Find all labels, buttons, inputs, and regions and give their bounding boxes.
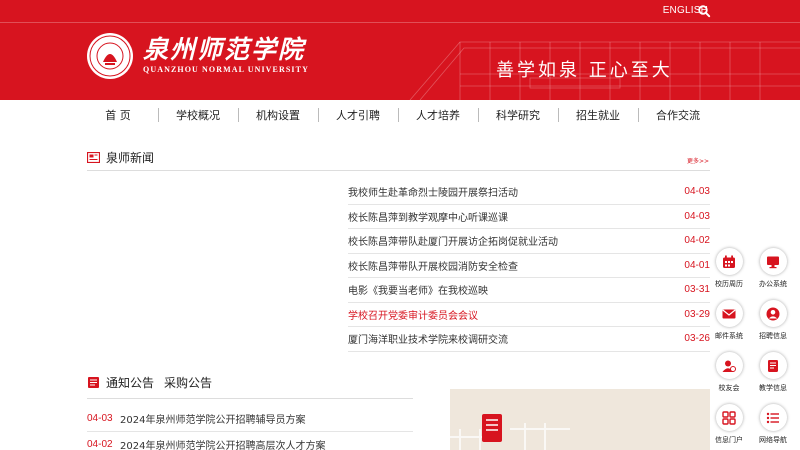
- quick-link-navigation[interactable]: 网络导航: [751, 402, 795, 450]
- newspaper-icon: [87, 152, 100, 163]
- quick-link-alumni[interactable]: 校友会: [707, 350, 751, 402]
- nav-home[interactable]: 首 页: [78, 100, 158, 130]
- news-item[interactable]: 校长陈昌萍带队开展校园消防安全检查 04-01: [348, 254, 710, 278]
- news-item[interactable]: 校长陈昌萍到教学观摩中心听课巡课 04-03: [348, 205, 710, 229]
- nav-education[interactable]: 人才培养: [398, 100, 478, 130]
- quick-link-recruitment[interactable]: 招聘信息: [751, 298, 795, 350]
- notice-icon: [88, 377, 99, 388]
- search-icon[interactable]: [697, 4, 711, 18]
- notice-tab[interactable]: 通知公告: [106, 374, 154, 391]
- quick-link-teaching[interactable]: 教学信息: [751, 350, 795, 402]
- calendar-icon: [723, 255, 735, 268]
- notice-section-title: 通知公告 采购公告: [87, 374, 212, 391]
- school-motto: 善学如泉 正心至大: [496, 60, 673, 81]
- quick-link-calendar[interactable]: 校历周历: [707, 246, 751, 298]
- nav-admissions[interactable]: 招生就业: [558, 100, 638, 130]
- nav-research[interactable]: 科学研究: [478, 100, 558, 130]
- main-nav: 首 页 学校概况 机构设置 人才引聘 人才培养 科学研究 招生就业 合作交流: [78, 100, 718, 130]
- notice-list: 04-03 2024年泉州师范学院公开招聘辅导员方案 04-02 2024年泉州师范…: [87, 406, 413, 450]
- news-divider: [87, 170, 710, 171]
- user-icon: [766, 307, 780, 320]
- list-icon: [766, 412, 779, 423]
- nav-departments[interactable]: 机构设置: [238, 100, 318, 130]
- notice-divider: [87, 398, 413, 399]
- news-item-highlighted[interactable]: 学校召开党委审计委员会会议 03-29: [348, 303, 710, 327]
- news-item[interactable]: 校长陈昌萍带队赴厦门开展访企拓岗促就业活动 04-02: [348, 229, 710, 254]
- news-title-text[interactable]: 泉师新闻: [106, 149, 154, 166]
- nav-recruitment[interactable]: 人才引聘: [318, 100, 398, 130]
- featured-image[interactable]: [450, 389, 710, 450]
- university-seal-logo[interactable]: [86, 32, 134, 80]
- nav-cooperation[interactable]: 合作交流: [638, 100, 718, 130]
- university-name-cn[interactable]: 泉州师范学院: [143, 30, 305, 66]
- quick-links-panel: 校历周历 办公系统 邮件系统 招聘信息 校友会 教学信息 信息门户 网络导航: [707, 246, 797, 450]
- quick-link-office-system[interactable]: 办公系统: [751, 246, 795, 298]
- document-icon: [768, 359, 778, 372]
- news-list: 我校师生赴革命烈士陵园开展祭扫活动 04-03 校长陈昌萍到教学观摩中心听课巡课 0…: [348, 180, 710, 352]
- university-name-en: QUANZHOU NORMAL UNIVERSITY: [143, 65, 309, 74]
- featured-image-graphic: [450, 414, 570, 450]
- news-item[interactable]: 我校师生赴革命烈士陵园开展祭扫活动 04-03: [348, 180, 710, 205]
- site-header: ENGLISH 泉州师范学院 QUANZHOU NORMAL UNIVERSIT…: [0, 0, 800, 100]
- quick-link-portal[interactable]: 信息门户: [707, 402, 751, 450]
- alumni-icon: [722, 360, 736, 372]
- mail-icon: [722, 309, 736, 318]
- news-section-title: 泉师新闻: [87, 149, 154, 166]
- notice-item[interactable]: 04-02 2024年泉州师范学院公开招聘高层次人才方案: [87, 432, 413, 450]
- grid-icon: [722, 410, 736, 425]
- header-divider: [0, 22, 800, 23]
- procurement-tab[interactable]: 采购公告: [164, 374, 212, 391]
- notice-item[interactable]: 04-03 2024年泉州师范学院公开招聘辅导员方案: [87, 406, 413, 432]
- monitor-icon: [767, 256, 779, 268]
- news-more-link[interactable]: 更多>>: [687, 156, 709, 165]
- news-item[interactable]: 电影《我要当老师》在我校巡映 03-31: [348, 278, 710, 303]
- quick-link-mail[interactable]: 邮件系统: [707, 298, 751, 350]
- news-item[interactable]: 厦门海洋职业技术学院来校调研交流 03-26: [348, 327, 710, 352]
- nav-about[interactable]: 学校概况: [158, 100, 238, 130]
